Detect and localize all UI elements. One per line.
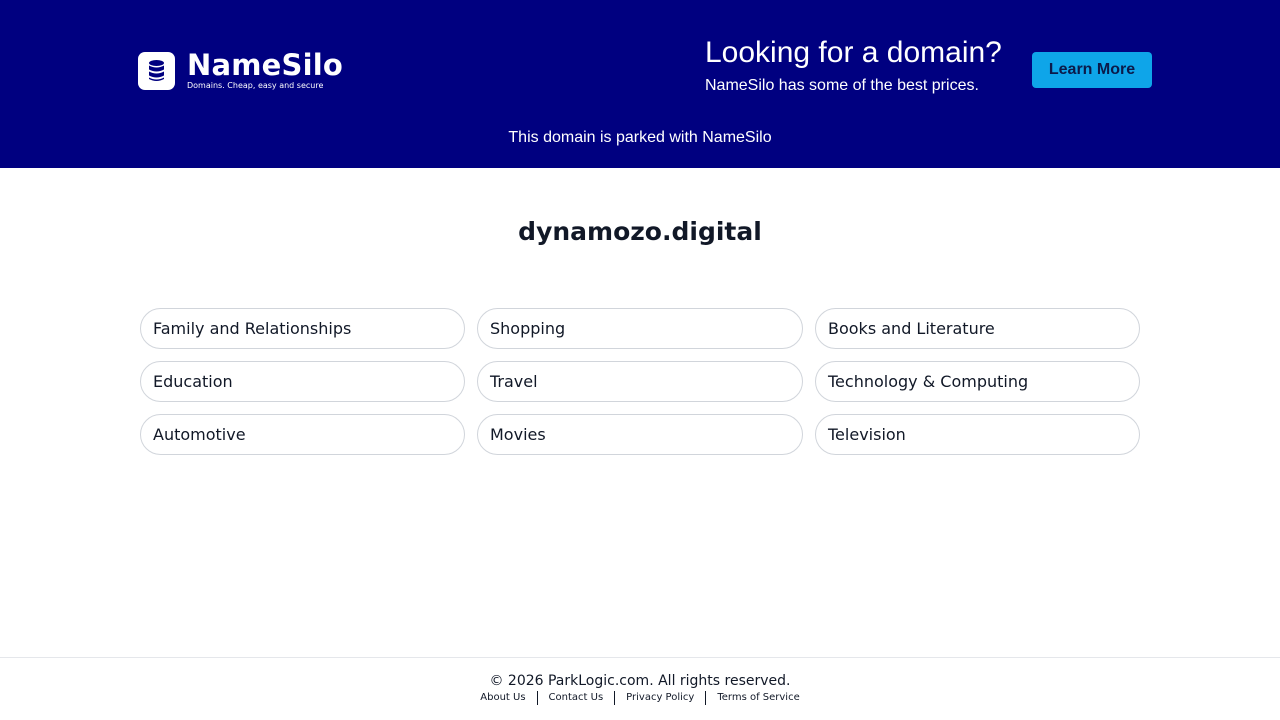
footer-divider [705,691,707,705]
footer-link-contact-us[interactable]: Contact Us [549,691,604,705]
logo-name: NameSilo [187,48,344,82]
parked-notice: This domain is parked with NameSilo [508,129,772,146]
footer-link-about-us[interactable]: About Us [480,691,525,705]
learn-more-button[interactable]: Learn More [1032,52,1152,88]
promo-title: Looking for a domain? [705,36,1002,69]
database-icon [138,51,175,90]
category-link-automotive[interactable]: Automotive [140,414,465,455]
category-link-travel[interactable]: Travel [477,361,803,402]
copyright-text: © 2026 ParkLogic.com. All rights reserve… [489,673,791,689]
footer: © 2026 ParkLogic.com. All rights reserve… [0,657,1280,720]
footer-divider [536,691,538,705]
namesilo-logo[interactable]: NameSilo Domains. Cheap, easy and secure [138,50,343,91]
category-grid: Family and Relationships Shopping Books … [140,308,1140,455]
promo-block: Looking for a domain? NameSilo has some … [705,34,1002,96]
category-link-movies[interactable]: Movies [477,414,803,455]
category-link-books-and-literature[interactable]: Books and Literature [815,308,1140,349]
logo-tagline: Domains. Cheap, easy and secure [187,81,324,90]
category-link-technology-computing[interactable]: Technology & Computing [815,361,1140,402]
footer-link-terms-of-service[interactable]: Terms of Service [717,691,799,705]
category-link-shopping[interactable]: Shopping [477,308,803,349]
footer-links: About Us Contact Us Privacy Policy Terms… [0,691,1280,705]
footer-link-privacy-policy[interactable]: Privacy Policy [626,691,694,705]
domain-name-title: dynamozo.digital [518,217,762,246]
category-link-education[interactable]: Education [140,361,465,402]
promo-subtitle: NameSilo has some of the best prices. [705,77,979,94]
category-link-television[interactable]: Television [815,414,1140,455]
header-banner: NameSilo Domains. Cheap, easy and secure… [0,0,1280,168]
footer-divider [614,691,616,705]
category-link-family-and-relationships[interactable]: Family and Relationships [140,308,465,349]
